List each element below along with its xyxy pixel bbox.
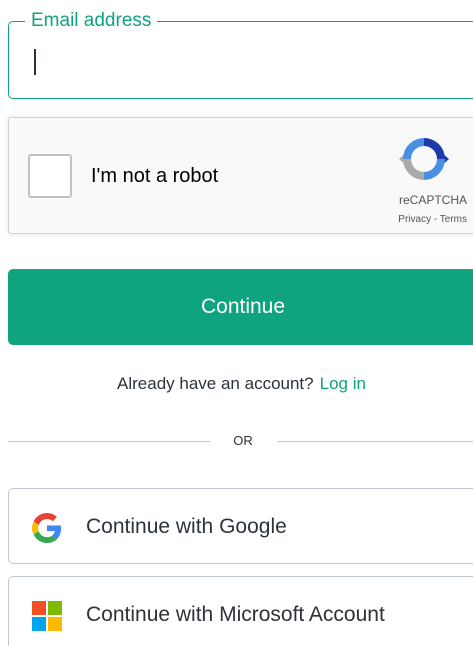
divider-line-right xyxy=(277,441,473,442)
google-logo-icon xyxy=(32,513,62,543)
continue-button[interactable]: Continue xyxy=(8,269,473,345)
login-link[interactable]: Log in xyxy=(320,374,366,393)
email-field[interactable]: Email address xyxy=(8,9,473,99)
divider-or-text: OR xyxy=(233,433,253,448)
continue-with-google-button[interactable]: Continue with Google xyxy=(8,488,473,564)
microsoft-button-label: Continue with Microsoft Account xyxy=(86,603,385,626)
continue-with-microsoft-button[interactable]: Continue with Microsoft Account xyxy=(8,576,473,646)
recaptcha-checkbox[interactable] xyxy=(28,154,72,198)
signup-page: Email address I'm not a robot reCAPTCHA … xyxy=(0,0,473,646)
recaptcha-privacy-terms-link[interactable]: Privacy - Terms xyxy=(398,214,467,225)
text-caret xyxy=(34,49,36,75)
recaptcha-widget: I'm not a robot reCAPTCHA Privacy - Term… xyxy=(8,117,473,234)
email-label: Email address xyxy=(25,9,158,33)
recaptcha-logo-icon xyxy=(399,138,449,180)
recaptcha-brand: reCAPTCHA xyxy=(398,193,467,207)
recaptcha-label: I'm not a robot xyxy=(91,165,219,187)
login-prompt-row: Already have an account? Log in xyxy=(0,372,473,396)
microsoft-logo-icon xyxy=(32,601,62,631)
email-input[interactable] xyxy=(27,38,457,82)
divider-line-left xyxy=(8,441,210,442)
login-prompt-text: Already have an account? xyxy=(117,374,314,393)
google-button-label: Continue with Google xyxy=(86,515,287,538)
